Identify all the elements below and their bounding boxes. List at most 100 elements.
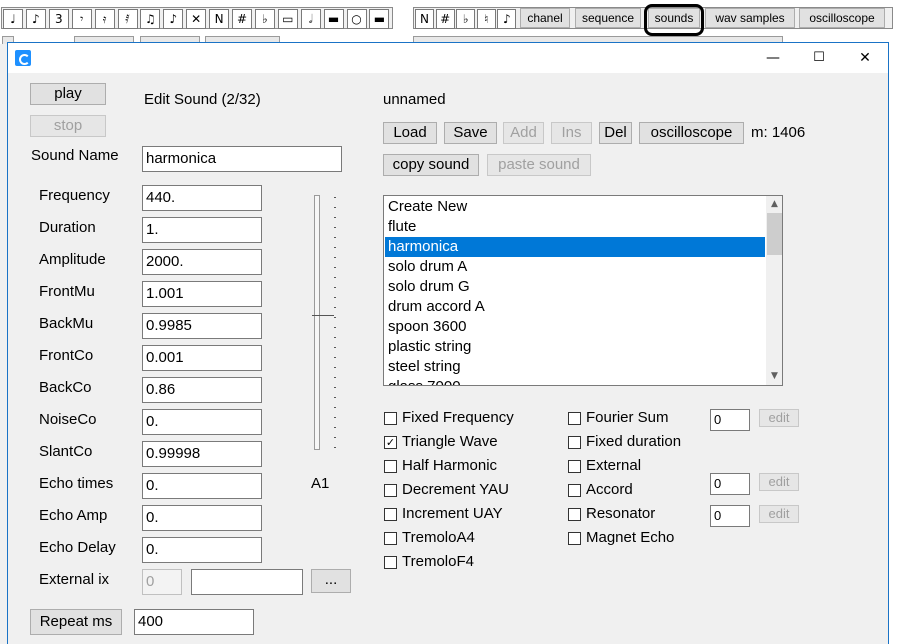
grace-note-icon[interactable]: ♪: [163, 9, 184, 29]
half-note-icon[interactable]: 𝅗𝅥: [300, 9, 321, 29]
triplet-icon[interactable]: 3: [48, 9, 69, 29]
sound-list[interactable]: Create New flute harmonica solo drum Asolo …: [383, 195, 783, 386]
slider-tick: [334, 377, 336, 378]
param-input[interactable]: 0.9985: [142, 313, 262, 339]
side-value-input[interactable]: 0: [710, 473, 750, 495]
option-checkbox[interactable]: [384, 532, 397, 545]
option-checkbox[interactable]: [384, 412, 397, 425]
add-button[interactable]: Add: [503, 122, 544, 144]
list-item[interactable]: Create New: [385, 197, 765, 217]
scroll-thumb[interactable]: [767, 213, 782, 255]
sound-list-scrollbar[interactable]: ▲ ▼: [766, 196, 782, 385]
list-item[interactable]: plastic string: [385, 337, 765, 357]
copy-sound-button[interactable]: copy sound: [383, 154, 479, 176]
option-checkbox[interactable]: [568, 484, 581, 497]
option-checkbox[interactable]: [384, 484, 397, 497]
list-item[interactable]: glass 7000: [385, 377, 765, 385]
save-button[interactable]: Save: [444, 122, 497, 144]
option-checkbox[interactable]: [384, 556, 397, 569]
side-edit-button[interactable]: edit: [759, 473, 799, 491]
oscilloscope-button[interactable]: oscilloscope: [639, 122, 744, 144]
sound-name-input[interactable]: harmonica: [142, 146, 342, 172]
param-input[interactable]: 0.: [142, 505, 262, 531]
list-item[interactable]: solo drum A: [385, 257, 765, 277]
whole-note-icon[interactable]: ○: [346, 9, 367, 29]
option-checkbox[interactable]: [568, 436, 581, 449]
option-checkbox[interactable]: [568, 412, 581, 425]
option-checkbox[interactable]: ✓: [384, 436, 397, 449]
repeat-ms-input[interactable]: 400: [134, 609, 254, 635]
flat-icon[interactable]: ♭: [456, 9, 476, 29]
sharp-icon[interactable]: #: [435, 9, 455, 29]
window-titlebar: — ☐ ✕: [8, 43, 888, 73]
insert-button[interactable]: Ins: [551, 122, 592, 144]
close-icon[interactable]: ✕: [842, 43, 888, 73]
nav-sequence-button[interactable]: sequence: [575, 8, 641, 28]
param-input[interactable]: 0.: [142, 537, 262, 563]
tie-icon[interactable]: ♫: [140, 9, 161, 29]
list-item[interactable]: harmonica: [385, 237, 765, 257]
list-item[interactable]: steel string: [385, 357, 765, 377]
param-input[interactable]: 0.99998: [142, 441, 262, 467]
param-input[interactable]: 2000.: [142, 249, 262, 275]
minimize-icon[interactable]: —: [750, 43, 796, 73]
param-label: SlantCo: [39, 443, 93, 460]
param-input[interactable]: 0.86: [142, 377, 262, 403]
param-input[interactable]: 440.: [142, 185, 262, 211]
side-edit-button[interactable]: edit: [759, 409, 799, 427]
half-rest-icon[interactable]: ▬: [369, 9, 390, 29]
option-checkbox[interactable]: [568, 460, 581, 473]
option-checkbox[interactable]: [568, 532, 581, 545]
param-input[interactable]: 1.: [142, 217, 262, 243]
frequency-slider-thumb[interactable]: [312, 315, 334, 329]
scroll-down-icon[interactable]: ▼: [766, 368, 782, 385]
slider-tick: [334, 217, 336, 218]
rectangle-icon[interactable]: ▭: [277, 9, 298, 29]
list-item[interactable]: flute: [385, 217, 765, 237]
natural-sign-icon[interactable]: ♮: [476, 9, 496, 29]
list-item[interactable]: solo drum G: [385, 277, 765, 297]
thirtysecond-rest-icon[interactable]: 𝅀: [117, 9, 138, 29]
param-label: Amplitude: [39, 251, 106, 268]
list-item[interactable]: spoon 3600: [385, 317, 765, 337]
whole-rest-icon[interactable]: ▬: [323, 9, 344, 29]
side-edit-button[interactable]: edit: [759, 505, 799, 523]
eighth-note-icon[interactable]: ♪: [25, 9, 46, 29]
external-name-input[interactable]: [191, 569, 303, 595]
repeat-ms-button[interactable]: Repeat ms: [30, 609, 122, 635]
option-checkbox[interactable]: [384, 460, 397, 473]
param-input[interactable]: 0.001: [142, 345, 262, 371]
natural-n-icon[interactable]: N: [209, 9, 230, 29]
quarter-note-icon[interactable]: ♩: [3, 9, 23, 29]
option-label: Half Harmonic: [402, 457, 498, 474]
option-checkbox[interactable]: [568, 508, 581, 521]
scroll-up-icon[interactable]: ▲: [766, 196, 782, 213]
play-button[interactable]: play: [30, 83, 106, 105]
load-button[interactable]: Load: [383, 122, 437, 144]
param-input[interactable]: 0.: [142, 409, 262, 435]
list-item[interactable]: drum accord A: [385, 297, 765, 317]
side-value-input[interactable]: 0: [710, 409, 750, 431]
maximize-icon[interactable]: ☐: [796, 43, 842, 73]
param-label: Frequency: [39, 187, 110, 204]
nav-wav-samples-button[interactable]: wav samples: [705, 8, 795, 28]
natural-icon[interactable]: N: [415, 9, 434, 29]
nav-chanel-button[interactable]: chanel: [520, 8, 570, 28]
external-ix-input[interactable]: 0: [142, 569, 182, 595]
x-note-icon[interactable]: ✕: [186, 9, 207, 29]
nav-oscilloscope-button[interactable]: oscilloscope: [799, 8, 885, 28]
stop-button[interactable]: stop: [30, 115, 106, 137]
paste-sound-button[interactable]: paste sound: [487, 154, 591, 176]
note-icon[interactable]: ♪: [497, 9, 517, 29]
side-value-input[interactable]: 0: [710, 505, 750, 527]
eighth-rest-icon[interactable]: 𝄾: [71, 9, 92, 29]
option-checkbox[interactable]: [384, 508, 397, 521]
delete-button[interactable]: Del: [599, 122, 632, 144]
browse-button[interactable]: ...: [311, 569, 351, 593]
param-input[interactable]: 0.: [142, 473, 262, 499]
sixteenth-rest-icon[interactable]: 𝄿: [94, 9, 115, 29]
param-input[interactable]: 1.001: [142, 281, 262, 307]
slider-tick: [334, 317, 336, 318]
sharp-icon[interactable]: #: [232, 9, 252, 29]
flat-icon[interactable]: ♭: [254, 9, 275, 29]
